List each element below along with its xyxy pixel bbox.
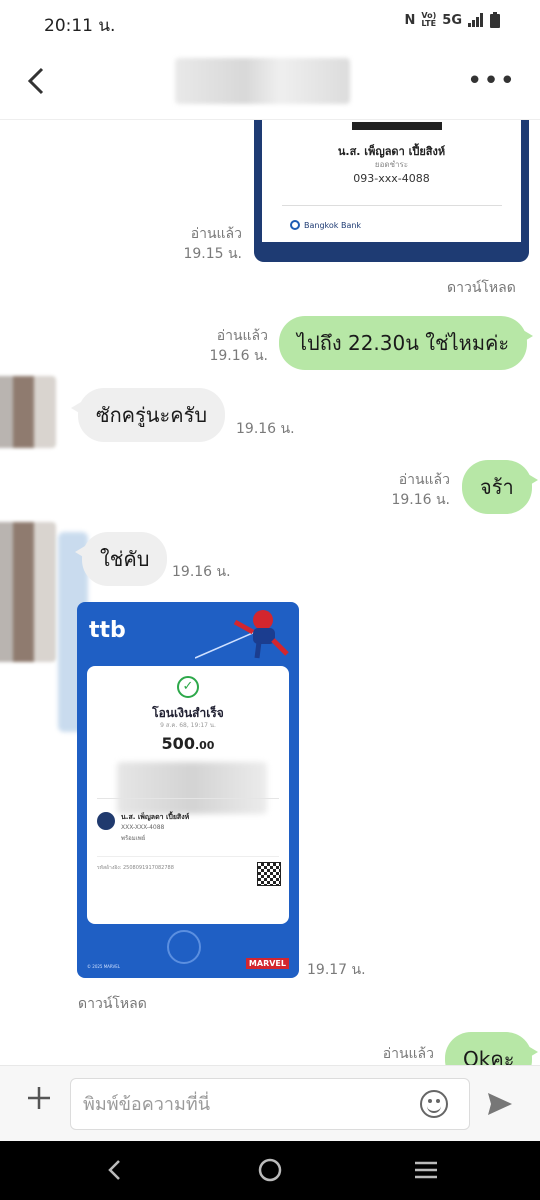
system-nav-bar — [0, 1141, 540, 1200]
more-horizontal-icon: ••• — [466, 66, 516, 96]
message-time: 19.16 น. — [391, 492, 450, 508]
nav-back-button[interactable] — [104, 1155, 124, 1191]
nav-home-button[interactable] — [256, 1155, 284, 1191]
download-link[interactable]: ดาวน์โหลด — [78, 993, 147, 1015]
message-meta: อ่านแล้ว 19.15 น. — [183, 224, 242, 264]
message-time: 19.17 น. — [307, 962, 366, 978]
read-status: อ่านแล้ว — [190, 226, 242, 242]
status-time: 20:11 น. — [44, 16, 116, 36]
emoji-button[interactable] — [420, 1090, 448, 1118]
download-link[interactable]: ดาวน์โหลด — [447, 277, 516, 299]
5g-icon: 5G — [442, 12, 462, 28]
read-status: อ่านแล้ว — [382, 1046, 434, 1062]
marvel-logo: MARVEL — [245, 958, 289, 969]
receipt-card: น.ส. เพ็ญลดา เปี้ยสิงห์ ยอดชำระ 093-xxx-… — [262, 120, 521, 242]
signal-icon — [468, 13, 483, 27]
transfer-amount: 500.00 — [87, 734, 289, 753]
send-icon — [488, 1093, 512, 1115]
transfer-slip-card: ✓ โอนเงินสำเร็จ 9 ส.ค. 68, 19:17 น. 500.… — [87, 666, 289, 924]
send-button[interactable] — [486, 1090, 514, 1118]
amount-decimal: .00 — [194, 739, 215, 752]
recipient-via: พร้อมเพย์ — [121, 835, 146, 842]
recipient-account: XXX-XXX-4088 — [121, 824, 165, 831]
message-time: 19.15 น. — [183, 246, 242, 262]
receipt-phone: 093-xxx-4088 — [353, 172, 430, 185]
bank-name: Bangkok Bank — [304, 220, 362, 230]
incoming-message-bubble[interactable]: ซักครู่นะครับ — [70, 388, 226, 442]
nfc-icon: N — [404, 12, 416, 28]
status-bar: 20:11 น. N Vo) LTE 5G — [0, 0, 540, 44]
chat-title-blurred — [175, 58, 350, 104]
sender-info-blurred — [117, 762, 267, 814]
incoming-message-bubble[interactable]: ใช่คับ — [74, 532, 168, 586]
reference-number: รหัสอ้างอิง: 2508091917082788 — [97, 865, 174, 871]
chat-area[interactable]: น.ส. เพ็ญลดา เปี้ยสิงห์ ยอดชำระ 093-xxx-… — [0, 120, 540, 1065]
nav-back-icon — [108, 1160, 120, 1180]
read-status: อ่านแล้ว — [398, 472, 450, 488]
nav-home-icon — [258, 1158, 282, 1182]
message-time: 19.16 น. — [172, 564, 231, 580]
receipt-sub-label: ยอดชำระ — [374, 160, 409, 169]
recipient-name: น.ส. เพ็ญลดา เปี้ยสิงห์ — [121, 813, 190, 821]
outgoing-message-bubble[interactable]: จร้า — [462, 460, 538, 514]
message-input-bar — [0, 1065, 540, 1141]
outgoing-message-bubble[interactable]: ไปถึง 22.30น ใช่ไหมค่ะ — [279, 316, 534, 370]
transfer-date: 9 ส.ค. 68, 19:17 น. — [160, 722, 216, 729]
message-meta: อ่านแล้ว 19.16 น. — [391, 470, 450, 510]
status-icons: N Vo) LTE 5G — [404, 12, 500, 28]
copyright: © 2025 MARVEL — [87, 964, 120, 969]
read-status: อ่านแล้ว — [216, 328, 268, 344]
bangkok-bank-logo-icon — [290, 220, 300, 230]
avatar[interactable] — [0, 522, 56, 662]
bank-brand: Bangkok Bank — [290, 220, 361, 230]
back-button[interactable] — [22, 64, 58, 100]
outgoing-message-bubble[interactable]: Okคะ — [445, 1032, 539, 1065]
ttb-logo: ttb — [89, 618, 126, 643]
amount-main: 500 — [161, 734, 195, 753]
avatar[interactable] — [0, 376, 56, 448]
divider — [97, 856, 279, 857]
chat-header: ••• — [0, 44, 540, 120]
qr-code-icon — [257, 862, 281, 886]
nav-recents-icon — [415, 1161, 437, 1179]
more-button[interactable]: ••• — [467, 66, 516, 96]
message-time: 19.16 น. — [209, 348, 268, 364]
battery-icon — [490, 12, 500, 28]
image-message-receipt[interactable]: น.ส. เพ็ญลดา เปี้ยสิงห์ ยอดชำระ 093-xxx-… — [254, 120, 529, 262]
message-time: 19.16 น. — [236, 421, 295, 437]
divider — [97, 798, 279, 799]
spider-emblem-icon — [167, 930, 201, 964]
check-circle-icon: ✓ — [177, 676, 199, 698]
image-message-transfer-slip[interactable]: ttb ✓ โอนเงินสำเร็จ 9 ส.ค. 68, 19:17 น. … — [77, 602, 299, 978]
nav-recents-button[interactable] — [412, 1155, 440, 1191]
spiderman-illustration-icon — [195, 610, 289, 659]
plus-icon — [28, 1087, 50, 1109]
divider — [282, 205, 502, 206]
message-input[interactable] — [70, 1078, 470, 1130]
bank-icon — [97, 812, 115, 830]
receipt-header-bar — [352, 122, 442, 130]
add-attachment-button[interactable] — [24, 1082, 54, 1122]
message-meta: อ่านแล้ว 19.16 น. — [209, 326, 268, 366]
volte-icon: Vo) LTE — [421, 11, 437, 28]
chevron-left-icon — [27, 67, 44, 95]
